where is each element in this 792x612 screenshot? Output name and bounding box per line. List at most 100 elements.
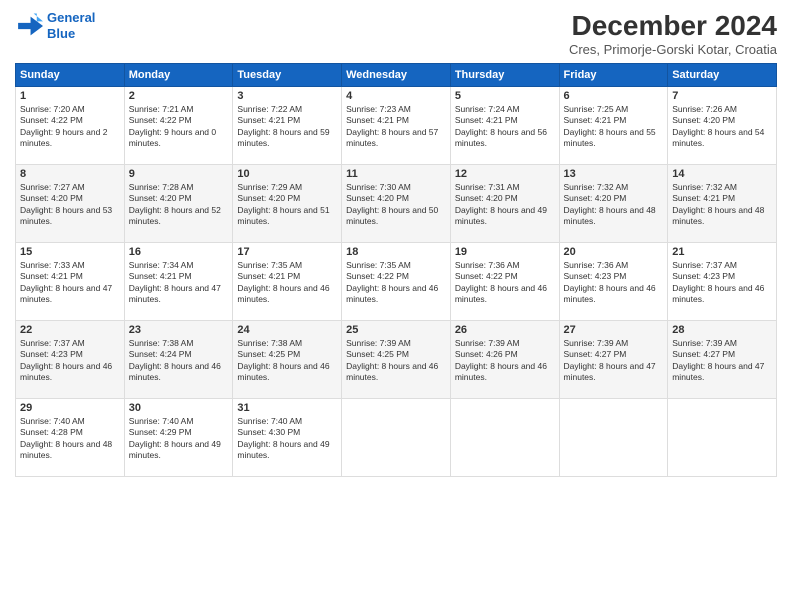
cell-content: Sunrise: 7:39 AM Sunset: 4:27 PM Dayligh…	[564, 338, 664, 384]
calendar-cell: 16 Sunrise: 7:34 AM Sunset: 4:21 PM Dayl…	[124, 243, 233, 321]
cell-content: Sunrise: 7:39 AM Sunset: 4:25 PM Dayligh…	[346, 338, 446, 384]
calendar-cell: 22 Sunrise: 7:37 AM Sunset: 4:23 PM Dayl…	[16, 321, 125, 399]
day-number: 27	[564, 324, 664, 336]
calendar-week-row: 29 Sunrise: 7:40 AM Sunset: 4:28 PM Dayl…	[16, 399, 777, 477]
day-number: 7	[672, 90, 772, 102]
calendar-header-tuesday: Tuesday	[233, 64, 342, 87]
day-number: 20	[564, 246, 664, 258]
calendar-week-row: 15 Sunrise: 7:33 AM Sunset: 4:21 PM Dayl…	[16, 243, 777, 321]
calendar-cell: 26 Sunrise: 7:39 AM Sunset: 4:26 PM Dayl…	[450, 321, 559, 399]
cell-content: Sunrise: 7:29 AM Sunset: 4:20 PM Dayligh…	[237, 182, 337, 228]
day-number: 13	[564, 168, 664, 180]
cell-content: Sunrise: 7:37 AM Sunset: 4:23 PM Dayligh…	[672, 260, 772, 306]
calendar-cell: 27 Sunrise: 7:39 AM Sunset: 4:27 PM Dayl…	[559, 321, 668, 399]
day-number: 29	[20, 402, 120, 414]
cell-content: Sunrise: 7:31 AM Sunset: 4:20 PM Dayligh…	[455, 182, 555, 228]
calendar-cell: 8 Sunrise: 7:27 AM Sunset: 4:20 PM Dayli…	[16, 165, 125, 243]
day-number: 9	[129, 168, 229, 180]
calendar-cell: 7 Sunrise: 7:26 AM Sunset: 4:20 PM Dayli…	[668, 87, 777, 165]
cell-content: Sunrise: 7:37 AM Sunset: 4:23 PM Dayligh…	[20, 338, 120, 384]
day-number: 21	[672, 246, 772, 258]
calendar-cell: 19 Sunrise: 7:36 AM Sunset: 4:22 PM Dayl…	[450, 243, 559, 321]
day-number: 24	[237, 324, 337, 336]
cell-content: Sunrise: 7:40 AM Sunset: 4:29 PM Dayligh…	[129, 416, 229, 462]
day-number: 6	[564, 90, 664, 102]
calendar-header-friday: Friday	[559, 64, 668, 87]
cell-content: Sunrise: 7:34 AM Sunset: 4:21 PM Dayligh…	[129, 260, 229, 306]
calendar-cell: 10 Sunrise: 7:29 AM Sunset: 4:20 PM Dayl…	[233, 165, 342, 243]
month-title: December 2024	[569, 10, 777, 42]
day-number: 18	[346, 246, 446, 258]
calendar-cell: 23 Sunrise: 7:38 AM Sunset: 4:24 PM Dayl…	[124, 321, 233, 399]
day-number: 25	[346, 324, 446, 336]
calendar-cell: 6 Sunrise: 7:25 AM Sunset: 4:21 PM Dayli…	[559, 87, 668, 165]
calendar-cell: 1 Sunrise: 7:20 AM Sunset: 4:22 PM Dayli…	[16, 87, 125, 165]
cell-content: Sunrise: 7:27 AM Sunset: 4:20 PM Dayligh…	[20, 182, 120, 228]
calendar-cell: 4 Sunrise: 7:23 AM Sunset: 4:21 PM Dayli…	[342, 87, 451, 165]
calendar-cell: 13 Sunrise: 7:32 AM Sunset: 4:20 PM Dayl…	[559, 165, 668, 243]
calendar-cell: 3 Sunrise: 7:22 AM Sunset: 4:21 PM Dayli…	[233, 87, 342, 165]
calendar-cell	[668, 399, 777, 477]
calendar-header-saturday: Saturday	[668, 64, 777, 87]
day-number: 12	[455, 168, 555, 180]
cell-content: Sunrise: 7:40 AM Sunset: 4:28 PM Dayligh…	[20, 416, 120, 462]
cell-content: Sunrise: 7:22 AM Sunset: 4:21 PM Dayligh…	[237, 104, 337, 150]
calendar-cell: 20 Sunrise: 7:36 AM Sunset: 4:23 PM Dayl…	[559, 243, 668, 321]
day-number: 28	[672, 324, 772, 336]
cell-content: Sunrise: 7:38 AM Sunset: 4:25 PM Dayligh…	[237, 338, 337, 384]
calendar-cell	[450, 399, 559, 477]
day-number: 5	[455, 90, 555, 102]
calendar-cell: 21 Sunrise: 7:37 AM Sunset: 4:23 PM Dayl…	[668, 243, 777, 321]
calendar-cell: 31 Sunrise: 7:40 AM Sunset: 4:30 PM Dayl…	[233, 399, 342, 477]
cell-content: Sunrise: 7:25 AM Sunset: 4:21 PM Dayligh…	[564, 104, 664, 150]
calendar-cell: 14 Sunrise: 7:32 AM Sunset: 4:21 PM Dayl…	[668, 165, 777, 243]
day-number: 30	[129, 402, 229, 414]
cell-content: Sunrise: 7:39 AM Sunset: 4:26 PM Dayligh…	[455, 338, 555, 384]
cell-content: Sunrise: 7:28 AM Sunset: 4:20 PM Dayligh…	[129, 182, 229, 228]
cell-content: Sunrise: 7:40 AM Sunset: 4:30 PM Dayligh…	[237, 416, 337, 462]
calendar-week-row: 8 Sunrise: 7:27 AM Sunset: 4:20 PM Dayli…	[16, 165, 777, 243]
day-number: 14	[672, 168, 772, 180]
calendar-week-row: 22 Sunrise: 7:37 AM Sunset: 4:23 PM Dayl…	[16, 321, 777, 399]
cell-content: Sunrise: 7:21 AM Sunset: 4:22 PM Dayligh…	[129, 104, 229, 150]
cell-content: Sunrise: 7:20 AM Sunset: 4:22 PM Dayligh…	[20, 104, 120, 150]
cell-content: Sunrise: 7:36 AM Sunset: 4:22 PM Dayligh…	[455, 260, 555, 306]
day-number: 17	[237, 246, 337, 258]
day-number: 8	[20, 168, 120, 180]
day-number: 4	[346, 90, 446, 102]
location: Cres, Primorje-Gorski Kotar, Croatia	[569, 42, 777, 57]
calendar-cell: 15 Sunrise: 7:33 AM Sunset: 4:21 PM Dayl…	[16, 243, 125, 321]
calendar-cell: 18 Sunrise: 7:35 AM Sunset: 4:22 PM Dayl…	[342, 243, 451, 321]
calendar-cell: 12 Sunrise: 7:31 AM Sunset: 4:20 PM Dayl…	[450, 165, 559, 243]
calendar: SundayMondayTuesdayWednesdayThursdayFrid…	[15, 63, 777, 477]
day-number: 11	[346, 168, 446, 180]
calendar-cell: 17 Sunrise: 7:35 AM Sunset: 4:21 PM Dayl…	[233, 243, 342, 321]
logo-text: General Blue	[47, 10, 95, 41]
cell-content: Sunrise: 7:23 AM Sunset: 4:21 PM Dayligh…	[346, 104, 446, 150]
calendar-week-row: 1 Sunrise: 7:20 AM Sunset: 4:22 PM Dayli…	[16, 87, 777, 165]
calendar-cell	[559, 399, 668, 477]
page: General Blue December 2024 Cres, Primorj…	[0, 0, 792, 612]
cell-content: Sunrise: 7:36 AM Sunset: 4:23 PM Dayligh…	[564, 260, 664, 306]
calendar-cell: 5 Sunrise: 7:24 AM Sunset: 4:21 PM Dayli…	[450, 87, 559, 165]
calendar-header-thursday: Thursday	[450, 64, 559, 87]
day-number: 2	[129, 90, 229, 102]
day-number: 1	[20, 90, 120, 102]
calendar-header-wednesday: Wednesday	[342, 64, 451, 87]
cell-content: Sunrise: 7:33 AM Sunset: 4:21 PM Dayligh…	[20, 260, 120, 306]
cell-content: Sunrise: 7:38 AM Sunset: 4:24 PM Dayligh…	[129, 338, 229, 384]
cell-content: Sunrise: 7:35 AM Sunset: 4:21 PM Dayligh…	[237, 260, 337, 306]
calendar-cell: 11 Sunrise: 7:30 AM Sunset: 4:20 PM Dayl…	[342, 165, 451, 243]
cell-content: Sunrise: 7:32 AM Sunset: 4:20 PM Dayligh…	[564, 182, 664, 228]
calendar-cell	[342, 399, 451, 477]
cell-content: Sunrise: 7:39 AM Sunset: 4:27 PM Dayligh…	[672, 338, 772, 384]
cell-content: Sunrise: 7:24 AM Sunset: 4:21 PM Dayligh…	[455, 104, 555, 150]
calendar-header-sunday: Sunday	[16, 64, 125, 87]
header: General Blue December 2024 Cres, Primorj…	[15, 10, 777, 57]
calendar-cell: 30 Sunrise: 7:40 AM Sunset: 4:29 PM Dayl…	[124, 399, 233, 477]
calendar-cell: 28 Sunrise: 7:39 AM Sunset: 4:27 PM Dayl…	[668, 321, 777, 399]
day-number: 22	[20, 324, 120, 336]
logo-icon	[15, 12, 43, 40]
cell-content: Sunrise: 7:26 AM Sunset: 4:20 PM Dayligh…	[672, 104, 772, 150]
calendar-header-row: SundayMondayTuesdayWednesdayThursdayFrid…	[16, 64, 777, 87]
